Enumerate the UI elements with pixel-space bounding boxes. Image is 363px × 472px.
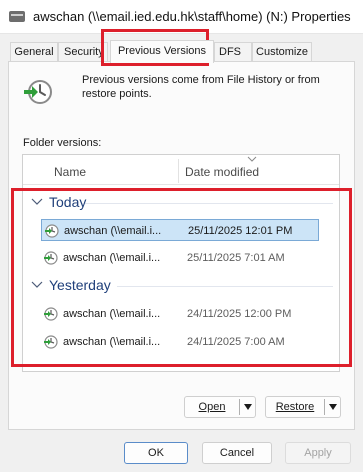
version-name: awschan (\\email.i... xyxy=(63,308,161,320)
group-divider xyxy=(85,203,333,204)
column-divider[interactable] xyxy=(178,159,179,183)
chevron-down-icon xyxy=(31,281,43,288)
dropdown-arrow-icon xyxy=(244,404,252,410)
restore-split-button[interactable]: Restore xyxy=(265,396,341,418)
column-header: Name Date modified xyxy=(23,155,339,185)
sort-caret-icon xyxy=(247,156,257,162)
apply-button[interactable]: Apply xyxy=(285,442,351,464)
restore-button[interactable]: Restore xyxy=(266,397,324,417)
column-date-modified[interactable]: Date modified xyxy=(185,165,259,179)
group-label: Today xyxy=(49,194,87,210)
version-row[interactable]: awschan (\\email.i... 24/11/2025 7:00 AM xyxy=(41,331,319,353)
tab-customize[interactable]: Customize xyxy=(252,42,312,62)
version-icon xyxy=(44,307,58,321)
dropdown-arrow-icon xyxy=(329,404,337,410)
version-row[interactable]: awschan (\\email.i... 25/11/2025 7:01 AM xyxy=(41,247,319,269)
version-row[interactable]: awschan (\\email.i... 24/11/2025 12:00 P… xyxy=(41,303,319,325)
open-button[interactable]: Open xyxy=(185,397,239,417)
version-name: awschan (\\email.i... xyxy=(63,252,161,264)
version-name: awschan (\\email.i... xyxy=(63,336,161,348)
ok-button[interactable]: OK xyxy=(124,442,188,464)
file-history-icon xyxy=(24,80,52,104)
version-date: 25/11/2025 12:01 PM xyxy=(188,225,293,237)
drive-icon xyxy=(9,11,25,22)
group-divider xyxy=(117,286,333,287)
version-name: awschan (\\email.i... xyxy=(64,225,162,237)
group-yesterday[interactable]: Yesterday xyxy=(31,277,111,293)
tab-general[interactable]: General xyxy=(10,42,58,62)
tab-dfs[interactable]: DFS xyxy=(214,42,252,62)
cancel-button-label: Cancel xyxy=(219,447,255,459)
version-icon xyxy=(44,335,58,349)
chevron-down-icon xyxy=(31,198,43,205)
restore-dropdown-button[interactable] xyxy=(326,397,340,417)
version-icon xyxy=(45,224,59,238)
tab-security[interactable]: Security xyxy=(58,42,108,62)
version-date: 24/11/2025 12:00 PM xyxy=(187,308,292,320)
open-dropdown-button[interactable] xyxy=(241,397,255,417)
cancel-button[interactable]: Cancel xyxy=(202,442,272,464)
version-date: 25/11/2025 7:01 AM xyxy=(187,252,285,264)
versions-list[interactable]: Name Date modified Today awschan (\\emai… xyxy=(22,154,340,372)
group-label: Yesterday xyxy=(49,277,111,293)
split-divider xyxy=(239,399,240,415)
tab-strip: General Security DFS Customize Previous … xyxy=(8,40,355,63)
version-row[interactable]: awschan (\\email.i... 25/11/2025 12:01 P… xyxy=(41,219,319,241)
title-bar: awschan (\\email.ied.edu.hk\staff\home) … xyxy=(0,0,363,34)
version-icon xyxy=(44,251,58,265)
column-name[interactable]: Name xyxy=(54,165,86,179)
window-title: awschan (\\email.ied.edu.hk\staff\home) … xyxy=(33,9,351,24)
ok-button-label: OK xyxy=(148,447,164,459)
tab-previous-versions[interactable]: Previous Versions xyxy=(110,40,214,63)
open-split-button[interactable]: Open xyxy=(184,396,256,418)
intro-text: Previous versions come from File History… xyxy=(82,74,320,100)
group-today[interactable]: Today xyxy=(31,194,86,210)
apply-button-label: Apply xyxy=(304,447,332,459)
folder-versions-label: Folder versions: xyxy=(23,137,102,149)
split-divider xyxy=(324,399,325,415)
version-date: 24/11/2025 7:00 AM xyxy=(187,336,285,348)
